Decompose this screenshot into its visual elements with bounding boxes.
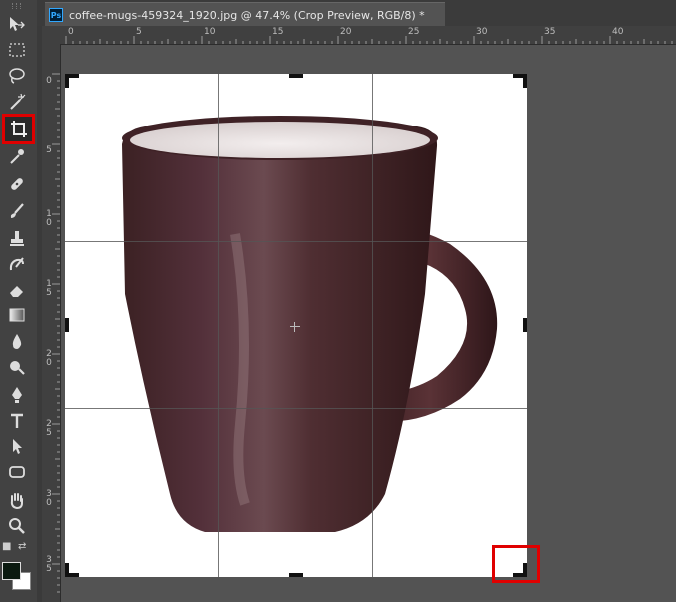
clone-stamp-tool-icon[interactable] <box>4 228 30 248</box>
ruler-label: 3 0 <box>46 489 52 508</box>
crop-center-crosshair-icon <box>290 322 300 332</box>
crop-grid-line <box>372 74 373 577</box>
ruler-label: 5 <box>136 27 142 37</box>
crop-grid-line <box>65 241 527 242</box>
healing-brush-tool-icon[interactable] <box>4 174 30 194</box>
crop-tool-icon[interactable] <box>2 114 35 144</box>
crop-grid-line <box>218 74 219 577</box>
swap-colors-icon[interactable]: ⇄ <box>18 542 26 552</box>
crop-handle-left[interactable] <box>65 318 69 332</box>
document-canvas[interactable] <box>65 74 527 577</box>
crop-handle-top[interactable] <box>289 74 303 78</box>
ruler-label: 5 <box>46 145 52 155</box>
crop-handle-top-left[interactable] <box>65 74 69 88</box>
tools-panel-grip[interactable] <box>0 0 37 12</box>
corner-highlight-annotation <box>492 545 540 583</box>
blur-tool-icon[interactable] <box>4 331 30 351</box>
ruler-label: 15 <box>272 27 284 37</box>
brush-tool-icon[interactable] <box>4 201 30 221</box>
ruler-label: 3 5 <box>46 555 52 574</box>
ruler-label: 25 <box>408 27 420 37</box>
crop-handle-right[interactable] <box>523 318 527 332</box>
path-selection-tool-icon[interactable] <box>4 436 30 456</box>
ruler-label: 0 <box>68 27 74 37</box>
hand-tool-icon[interactable] <box>4 490 30 510</box>
ruler-label: 2 5 <box>46 419 52 438</box>
ruler-label: 40 <box>612 27 624 37</box>
pen-tool-icon[interactable] <box>4 385 30 405</box>
document-tab[interactable]: Ps coffee-mugs-459324_1920.jpg @ 47.4% (… <box>45 2 445 27</box>
move-tool-icon[interactable] <box>4 14 30 34</box>
ruler-label: 10 <box>204 27 216 37</box>
ruler-label: 30 <box>476 27 488 37</box>
ruler-label: 20 <box>340 27 352 37</box>
rectangle-tool-icon[interactable] <box>4 462 30 482</box>
eraser-tool-icon[interactable] <box>4 280 30 300</box>
vertical-ruler[interactable]: 0 5 1 0 1 5 2 0 2 5 3 0 3 5 <box>42 44 61 602</box>
crop-handle-bottom[interactable] <box>289 573 303 577</box>
eyedropper-tool-icon[interactable] <box>4 146 30 166</box>
zoom-tool-icon[interactable] <box>4 516 30 536</box>
foreground-color-swatch[interactable] <box>2 562 21 580</box>
rectangular-marquee-tool-icon[interactable] <box>4 40 30 60</box>
ruler-label: 1 0 <box>46 209 52 228</box>
horizontal-ruler[interactable]: 0 5 10 15 20 25 30 35 40 <box>42 26 676 45</box>
crop-handle-top-right[interactable] <box>523 74 527 88</box>
ruler-label: 35 <box>544 27 556 37</box>
ruler-label: 2 0 <box>46 349 52 368</box>
crop-handle-bottom-left[interactable] <box>65 563 69 577</box>
ruler-label: 1 5 <box>46 279 52 298</box>
magic-wand-tool-icon[interactable] <box>4 92 30 112</box>
lasso-tool-icon[interactable] <box>4 66 30 86</box>
tools-panel: ■ ⇄ <box>0 0 37 602</box>
default-colors-icon[interactable]: ■ <box>2 542 11 552</box>
gradient-tool-icon[interactable] <box>4 305 30 325</box>
photoshop-icon: Ps <box>49 8 63 22</box>
type-tool-icon[interactable] <box>4 411 30 431</box>
document-tab-title: coffee-mugs-459324_1920.jpg @ 47.4% (Cro… <box>69 8 425 22</box>
history-brush-tool-icon[interactable] <box>4 254 30 274</box>
document-tab-bar: Ps coffee-mugs-459324_1920.jpg @ 47.4% (… <box>37 0 676 27</box>
dodge-tool-icon[interactable] <box>4 357 30 377</box>
ruler-label: 0 <box>46 76 52 86</box>
crop-grid-line <box>65 408 527 409</box>
